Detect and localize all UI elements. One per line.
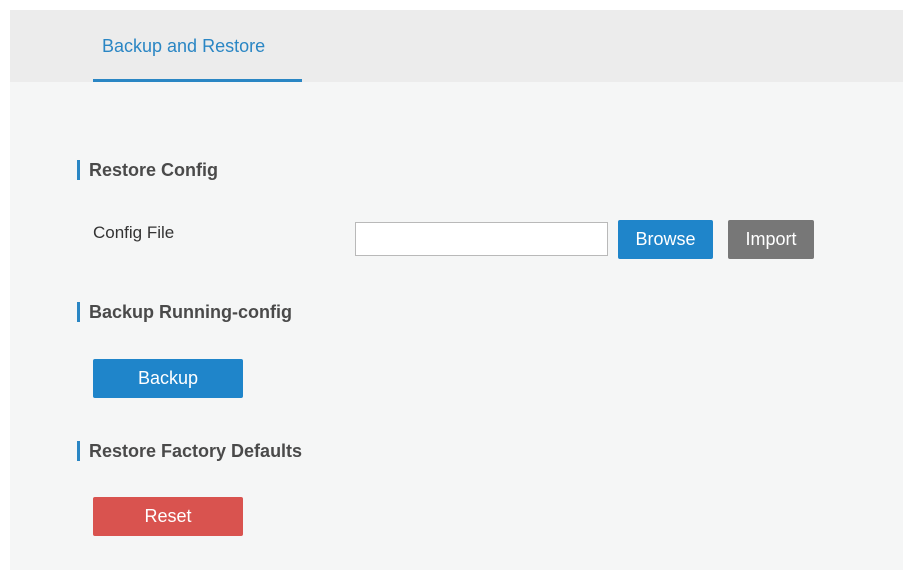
config-file-label: Config File	[93, 223, 175, 242]
active-tab-indicator	[93, 79, 302, 82]
section-title-text: Restore Config	[89, 159, 219, 180]
section-title-text: Backup Running-config	[89, 301, 292, 322]
config-file-input[interactable]	[355, 222, 608, 256]
tab-bar: Backup and Restore	[10, 10, 903, 82]
browse-button[interactable]: Browse	[618, 220, 713, 259]
backup-restore-panel: Backup and Restore Restore Config Config…	[10, 10, 903, 570]
import-button[interactable]: Import	[728, 220, 814, 259]
tab-label: Backup and Restore	[102, 36, 266, 56]
section-marker	[77, 160, 80, 180]
section-marker	[77, 441, 80, 461]
section-title-restore-config: Restore Config	[77, 159, 218, 181]
tab-backup-and-restore[interactable]: Backup and Restore	[93, 10, 302, 82]
section-title-text: Restore Factory Defaults	[89, 440, 303, 461]
section-title-restore-factory-defaults: Restore Factory Defaults	[77, 440, 302, 462]
section-marker	[77, 302, 80, 322]
backup-button[interactable]: Backup	[93, 359, 243, 398]
reset-button[interactable]: Reset	[93, 497, 243, 536]
section-title-backup-running-config: Backup Running-config	[77, 301, 292, 323]
